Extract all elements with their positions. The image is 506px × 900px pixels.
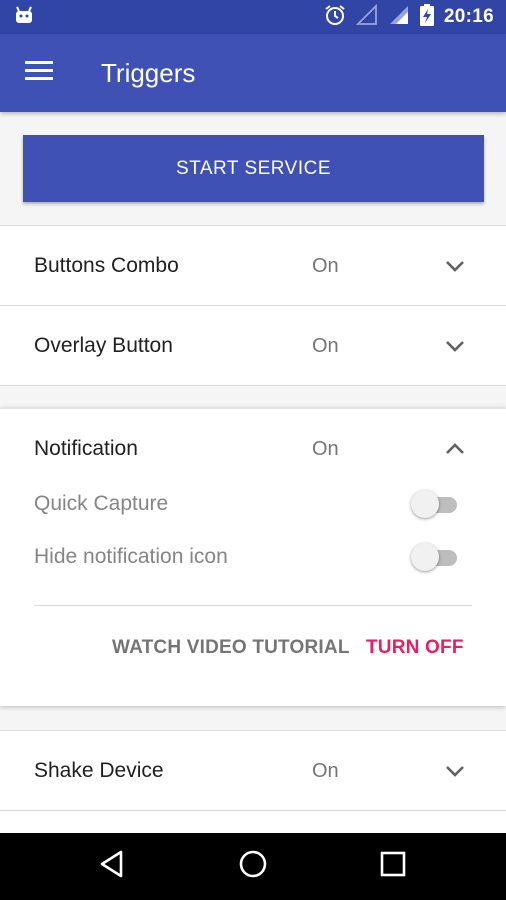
trigger-title: Overlay Button <box>34 334 173 357</box>
trigger-header-overlay-button[interactable]: Overlay Button On <box>0 306 506 386</box>
trigger-status: On <box>312 759 339 782</box>
option-hide-notification-icon: Hide notification icon <box>0 537 506 577</box>
back-icon <box>99 850 125 883</box>
option-label: Quick Capture <box>34 492 169 515</box>
chevron-down-icon[interactable] <box>442 226 468 306</box>
alarm-icon <box>324 4 346 31</box>
menu-button[interactable] <box>0 34 80 112</box>
trigger-header-shake-device[interactable]: Shake Device On <box>0 731 506 811</box>
recents-button[interactable] <box>363 833 423 900</box>
trigger-header-buttons-combo[interactable]: Buttons Combo On <box>0 226 506 306</box>
app-bar: Triggers <box>0 34 506 112</box>
status-bar: 20:16 <box>0 0 506 34</box>
navigation-bar <box>0 833 506 900</box>
trigger-row-shake-device: Shake Device On <box>0 730 506 811</box>
start-service-button[interactable]: START SERVICE <box>23 135 484 202</box>
option-quick-capture: Quick Capture <box>0 484 506 524</box>
android-icon <box>14 6 34 29</box>
chevron-down-icon[interactable] <box>442 731 468 811</box>
option-label: Hide notification icon <box>34 545 228 568</box>
trigger-status: On <box>312 334 339 357</box>
recents-icon <box>380 851 406 882</box>
toggle-thumb <box>411 543 439 571</box>
trigger-card-notification: Notification On Quick Capture Hide notif… <box>0 408 506 706</box>
hide-notification-icon-toggle[interactable] <box>411 542 459 572</box>
page-title: Triggers <box>101 57 196 88</box>
quick-capture-toggle[interactable] <box>411 489 459 519</box>
trigger-row-overlay-button: Overlay Button On <box>0 305 506 386</box>
turn-off-button[interactable]: TURN OFF <box>366 637 464 659</box>
toggle-thumb <box>411 490 439 518</box>
trigger-title: Notification <box>34 437 138 460</box>
trigger-status: On <box>312 437 339 460</box>
home-icon <box>238 849 268 884</box>
trigger-title: Buttons Combo <box>34 254 179 277</box>
back-button[interactable] <box>82 833 142 900</box>
chevron-down-icon[interactable] <box>442 306 468 386</box>
start-service-section: START SERVICE <box>0 112 506 225</box>
status-time: 20:16 <box>443 6 494 27</box>
trigger-title: Shake Device <box>34 759 164 782</box>
trigger-row-partial <box>0 811 506 833</box>
trigger-status: On <box>312 254 339 277</box>
watch-video-tutorial-button[interactable]: WATCH VIDEO TUTORIAL <box>112 637 350 659</box>
battery-charging-icon <box>419 3 434 31</box>
chevron-up-icon[interactable] <box>442 409 468 489</box>
signal-empty-icon <box>355 3 378 31</box>
divider <box>34 605 472 606</box>
trigger-header-notification[interactable]: Notification On <box>0 409 506 489</box>
signal-icon <box>388 4 410 31</box>
menu-icon <box>25 60 53 87</box>
trigger-row-buttons-combo: Buttons Combo On <box>0 225 506 306</box>
home-button[interactable] <box>223 833 283 900</box>
